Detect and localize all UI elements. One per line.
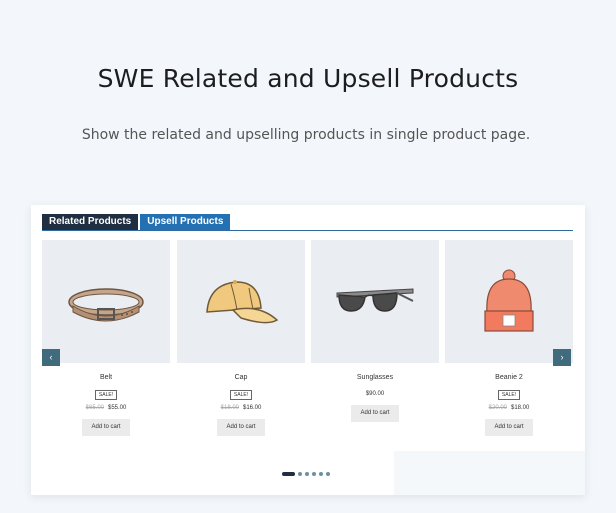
add-to-cart-button[interactable]: Add to cart bbox=[82, 419, 130, 436]
product-name[interactable]: Sunglasses bbox=[311, 374, 439, 383]
carousel-dot[interactable] bbox=[319, 472, 323, 476]
product-price: $90.00 bbox=[311, 391, 439, 400]
product-price: $20.00 $18.00 bbox=[445, 405, 573, 414]
cap-icon bbox=[206, 279, 279, 323]
beanie-icon bbox=[484, 269, 534, 332]
sale-price: $18.00 bbox=[511, 405, 530, 411]
carousel-dot[interactable] bbox=[298, 472, 302, 476]
belt-icon bbox=[68, 287, 144, 321]
chevron-left-icon: ‹ bbox=[49, 352, 53, 362]
product-card-sunglasses: Sunglasses $90.00 Add to cart bbox=[311, 240, 439, 422]
sale-badge: SALE! bbox=[94, 390, 118, 400]
add-to-cart-button[interactable]: Add to cart bbox=[351, 405, 399, 422]
original-price: $20.00 bbox=[488, 405, 507, 411]
product-tabs-widget: Related Products Upsell Products Belt SA… bbox=[31, 205, 585, 495]
sale-badge: SALE! bbox=[229, 390, 253, 400]
sale-price: $16.00 bbox=[243, 405, 262, 411]
product-name[interactable]: Belt bbox=[42, 374, 170, 383]
carousel-dot[interactable] bbox=[312, 472, 316, 476]
sale-price: $55.00 bbox=[108, 405, 127, 411]
carousel-pagination bbox=[282, 472, 333, 476]
product-card-beanie-2: Beanie 2 SALE! $20.00 $18.00 Add to cart bbox=[445, 240, 573, 436]
carousel-dot[interactable] bbox=[282, 472, 295, 476]
carousel-prev-button[interactable]: ‹ bbox=[42, 349, 60, 366]
carousel-dot[interactable] bbox=[305, 472, 309, 476]
product-price: $65.00 $55.00 bbox=[42, 405, 170, 414]
add-to-cart-button[interactable]: Add to cart bbox=[217, 419, 265, 436]
original-price: $18.00 bbox=[220, 405, 239, 411]
carousel-dot[interactable] bbox=[326, 472, 330, 476]
product-carousel: Belt SALE! $65.00 $55.00 Add to cart Cap … bbox=[42, 240, 573, 440]
product-name[interactable]: Cap bbox=[177, 374, 305, 383]
chevron-right-icon: › bbox=[560, 352, 564, 362]
product-image[interactable] bbox=[311, 240, 439, 363]
page-title: SWE Related and Upsell Products bbox=[97, 64, 519, 93]
add-to-cart-button[interactable]: Add to cart bbox=[485, 419, 533, 436]
sunglasses-icon bbox=[336, 287, 414, 312]
product-card-cap: Cap SALE! $18.00 $16.00 Add to cart bbox=[177, 240, 305, 436]
product-price: $18.00 $16.00 bbox=[177, 405, 305, 414]
product-name[interactable]: Beanie 2 bbox=[445, 374, 573, 383]
tab-bar: Related Products Upsell Products bbox=[42, 214, 573, 231]
regular-price: $90.00 bbox=[365, 391, 385, 397]
tab-related-products[interactable]: Related Products bbox=[42, 214, 139, 230]
widget-corner-panel bbox=[394, 451, 585, 495]
original-price: $65.00 bbox=[85, 405, 104, 411]
product-image[interactable] bbox=[177, 240, 305, 363]
product-card-belt: Belt SALE! $65.00 $55.00 Add to cart bbox=[42, 240, 170, 436]
sale-badge: SALE! bbox=[497, 390, 521, 400]
tab-upsell-products[interactable]: Upsell Products bbox=[140, 214, 231, 230]
carousel-next-button[interactable]: › bbox=[553, 349, 571, 366]
page-subtitle: Show the related and upselling products … bbox=[81, 127, 531, 143]
product-image[interactable] bbox=[445, 240, 573, 363]
product-image[interactable] bbox=[42, 240, 170, 363]
